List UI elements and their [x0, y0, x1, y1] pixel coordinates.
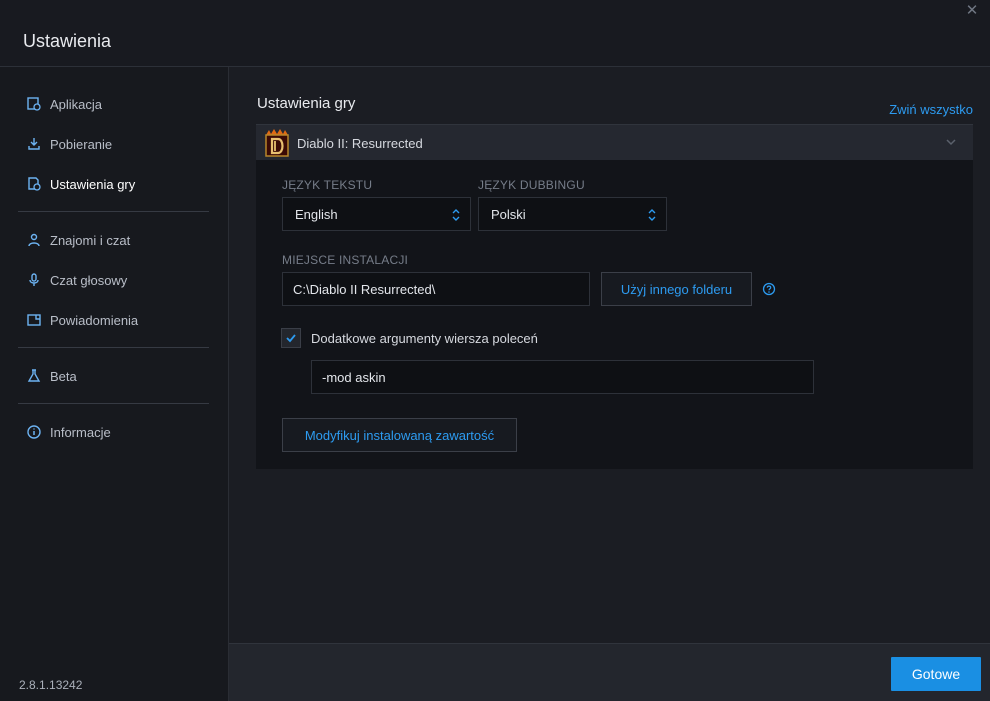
diablo-logo-icon [263, 129, 291, 157]
modify-content-button[interactable]: Modyfikuj instalowaną zawartość [282, 418, 517, 452]
sidebar-item-friends[interactable]: Znajomi i czat [26, 230, 130, 250]
sidebar-item-label: Pobieranie [50, 136, 113, 152]
game-settings-icon [26, 176, 42, 192]
app-settings-icon [26, 96, 42, 112]
select-arrows-icon [648, 209, 656, 221]
collapse-all-link[interactable]: Zwiń wszystko [889, 102, 973, 117]
sidebar-item-beta[interactable]: Beta [26, 366, 77, 386]
close-icon[interactable]: ✕ [964, 3, 980, 19]
main-content: Ustawienia gry Zwiń wszystko Diablo II: … [229, 67, 990, 643]
use-other-folder-button[interactable]: Użyj innego folderu [601, 272, 752, 306]
section-title: Ustawienia gry [257, 95, 356, 112]
game-section-header[interactable]: Diablo II: Resurrected [256, 124, 973, 160]
sidebar-item-voice-chat[interactable]: Czat głosowy [26, 270, 127, 290]
game-name: Diablo II: Resurrected [297, 136, 423, 151]
sidebar-divider [18, 211, 209, 212]
sidebar-item-label: Beta [50, 368, 77, 384]
help-icon[interactable] [762, 282, 776, 296]
chevron-down-icon[interactable] [945, 136, 957, 148]
sidebar-item-notifications[interactable]: Powiadomienia [26, 310, 138, 330]
sidebar-item-label: Znajomi i czat [50, 232, 131, 248]
text-language-value: English [295, 206, 338, 222]
dub-language-value: Polski [491, 206, 526, 222]
text-language-label: JĘZYK TEKSTU [282, 178, 373, 192]
sidebar-item-app[interactable]: Aplikacja [26, 94, 102, 114]
sidebar: Aplikacja Pobieranie Ustawienia gry Znaj… [0, 67, 229, 701]
download-icon [26, 136, 42, 152]
footer: Gotowe [229, 643, 990, 701]
sidebar-item-download[interactable]: Pobieranie [26, 134, 112, 154]
checkmark-icon [286, 334, 296, 343]
sidebar-item-label: Aplikacja [50, 96, 103, 112]
sidebar-item-label: Informacje [50, 424, 111, 440]
text-language-select[interactable]: English [282, 197, 471, 231]
sidebar-item-label: Ustawienia gry [50, 176, 136, 192]
extra-args-checkbox[interactable] [281, 328, 301, 348]
game-settings-panel: JĘZYK TEKSTU English JĘZYK DUBBINGU Pols… [256, 160, 973, 469]
friends-icon [26, 232, 42, 248]
flask-icon [26, 368, 42, 384]
dub-language-label: JĘZYK DUBBINGU [478, 178, 585, 192]
microphone-icon [26, 272, 42, 288]
info-icon [26, 424, 42, 440]
extra-args-label[interactable]: Dodatkowe argumenty wiersza poleceń [311, 331, 538, 346]
settings-window: Ustawienia ✕ Aplikacja Pobieranie Ustawi… [0, 0, 990, 701]
notifications-icon [26, 312, 42, 328]
dub-language-select[interactable]: Polski [478, 197, 667, 231]
sidebar-item-label: Czat głosowy [50, 272, 128, 288]
done-button[interactable]: Gotowe [891, 657, 981, 691]
install-location-label: MIEJSCE INSTALACJI [282, 253, 409, 267]
select-arrows-icon [452, 209, 460, 221]
page-title: Ustawienia [23, 31, 112, 51]
sidebar-item-game-settings[interactable]: Ustawienia gry [26, 174, 135, 194]
sidebar-item-label: Powiadomienia [50, 312, 139, 328]
app-version: 2.8.1.13242 [19, 678, 83, 692]
install-path-field[interactable]: C:\Diablo II Resurrected\ [282, 272, 590, 306]
extra-args-input[interactable]: -mod askin [311, 360, 814, 394]
sidebar-divider [18, 347, 209, 348]
sidebar-item-info[interactable]: Informacje [26, 422, 111, 442]
sidebar-divider [18, 403, 209, 404]
header: Ustawienia [0, 0, 990, 67]
